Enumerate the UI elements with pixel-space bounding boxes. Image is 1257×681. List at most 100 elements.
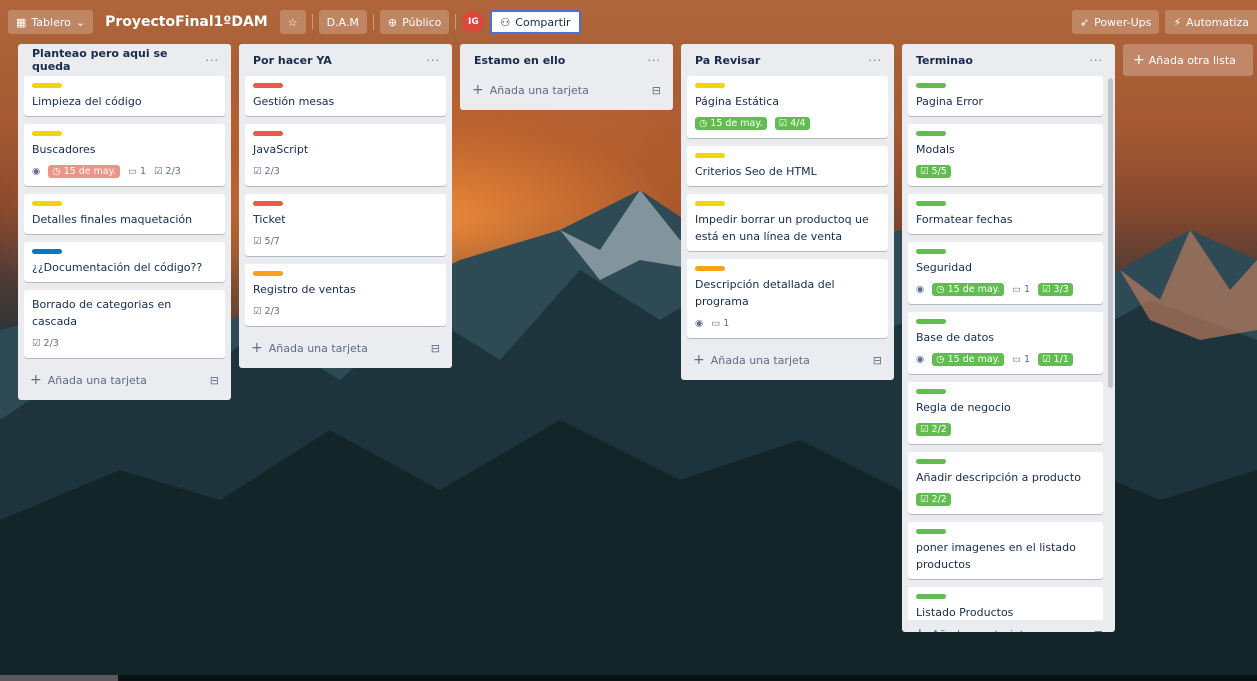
list-header: Pa Revisar ··· xyxy=(687,44,888,76)
template-icon[interactable]: ⊟ xyxy=(431,342,440,355)
powerups-button[interactable]: ➶ Power-Ups xyxy=(1071,10,1160,34)
list-title[interactable]: Por hacer YA xyxy=(253,54,332,67)
comments-count: 1 xyxy=(139,165,146,177)
card[interactable]: Seguridad ◉ ◷ 15 de may. ▭ 1 ☑ 3/3 xyxy=(908,242,1103,304)
card[interactable]: Base de datos ◉ ◷ 15 de may. ▭ 1 ☑ 1/1 xyxy=(908,312,1103,374)
add-card-left: + Añada una tarjeta xyxy=(693,352,810,368)
card[interactable]: Listado Productos☑2/2 xyxy=(908,587,1103,620)
checklist-count: 2/3 xyxy=(165,165,181,177)
list-menu-icon[interactable]: ··· xyxy=(427,54,441,67)
list-title[interactable]: Pa Revisar xyxy=(695,54,760,67)
card-badges: ☑ 5/7 xyxy=(253,232,438,250)
checklist-badge: ☑ 2/2 xyxy=(916,422,951,436)
list-4: Terminao ··· Pagina Error Modals ☑ 5/5 Formate… xyxy=(902,44,1115,632)
card[interactable]: Registro de ventas ☑ 2/3 xyxy=(245,264,446,326)
checklist-badge: ☑ 5/5 xyxy=(916,164,951,178)
add-card-label: Añada una tarjeta xyxy=(268,342,368,355)
due-date-badge[interactable]: ◷ 15 de may. xyxy=(932,282,1004,296)
horizontal-scrollbar-thumb[interactable] xyxy=(0,675,118,681)
checklist-count: 1/1 xyxy=(1053,353,1069,365)
card-label xyxy=(916,201,946,206)
card[interactable]: ¿¿Documentación del código?? xyxy=(24,242,225,282)
card[interactable]: Regla de negocio ☑ 2/2 xyxy=(908,382,1103,444)
list-menu-icon[interactable]: ··· xyxy=(206,54,220,67)
template-icon[interactable]: ⊟ xyxy=(652,84,661,97)
card-badges: ◉ ▭ 1 xyxy=(695,314,880,332)
add-card-label: Añada una tarjeta xyxy=(47,374,147,387)
board-lists: Planteao pero aqui se queda ··· Limpieza d… xyxy=(18,44,1253,632)
checklist-badge: ☑ 5/7 xyxy=(253,236,280,247)
checklist-badge: ☑ 3/3 xyxy=(1038,282,1073,296)
checklist-count: 2/3 xyxy=(264,165,280,177)
add-card-button[interactable]: + Añada una tarjeta ⊟ xyxy=(687,346,888,374)
list-title[interactable]: Terminao xyxy=(916,54,973,67)
template-icon[interactable]: ⊟ xyxy=(1094,628,1103,633)
card[interactable]: poner imagenes en el listado productos xyxy=(908,522,1103,579)
add-card-button[interactable]: + Añada una tarjeta ⊟ xyxy=(24,366,225,394)
checklist-badge: ☑ 2/3 xyxy=(253,306,280,317)
comment-icon: ▭ xyxy=(127,165,137,177)
avatar[interactable]: IG xyxy=(462,11,485,33)
template-icon[interactable]: ⊟ xyxy=(210,374,219,387)
list-title[interactable]: Planteao pero aqui se queda xyxy=(32,47,206,73)
card-title: Modals xyxy=(916,143,955,156)
card-label xyxy=(253,201,283,206)
card[interactable]: Ticket ☑ 5/7 xyxy=(245,194,446,256)
card[interactable]: Añadir descripción a producto ☑ 2/2 xyxy=(908,452,1103,514)
board-title[interactable]: ProyectoFinal1ºDAM xyxy=(99,14,274,30)
horizontal-scrollbar[interactable] xyxy=(0,675,1257,681)
card[interactable]: Buscadores ◉ ◷ 15 de may. ▭ 1 ☑ 2/3 xyxy=(24,124,225,186)
checkbox-icon: ☑ xyxy=(920,493,929,505)
due-date-badge[interactable]: ◷ 15 de may. xyxy=(48,164,120,178)
list-2: Estamo en ello ··· + Añada una tarjeta ⊟ xyxy=(460,44,673,110)
list-menu-icon[interactable]: ··· xyxy=(1090,54,1104,67)
add-card-button[interactable]: + Añada una tarjeta ⊟ xyxy=(245,334,446,362)
workspace-button[interactable]: D.A.M xyxy=(318,10,367,34)
checklist-count: 2/2 xyxy=(931,423,947,435)
list-menu-icon[interactable]: ··· xyxy=(648,54,662,67)
card[interactable]: Página Estática ◷ 15 de may. ☑ 4/4 xyxy=(687,76,888,138)
card[interactable]: Detalles finales maquetación xyxy=(24,194,225,234)
card[interactable]: Modals ☑ 5/5 xyxy=(908,124,1103,186)
plus-icon: + xyxy=(472,82,484,98)
card[interactable]: Descripción detallada del programa ◉ ▭ 1 xyxy=(687,259,888,338)
list-menu-icon[interactable]: ··· xyxy=(869,54,883,67)
plus-icon: + xyxy=(914,626,926,632)
clock-icon: ◷ xyxy=(699,117,708,129)
add-card-button[interactable]: + Añada una tarjeta ⊟ xyxy=(908,620,1109,632)
card[interactable]: Limpieza del código xyxy=(24,76,225,116)
vertical-scrollbar[interactable] xyxy=(1108,78,1113,388)
card-title: Base de datos xyxy=(916,331,995,344)
header-divider xyxy=(455,14,457,30)
card[interactable]: Formatear fechas xyxy=(908,194,1103,234)
checklist-badge: ☑ 2/3 xyxy=(154,166,181,177)
card[interactable]: JavaScript ☑ 2/3 xyxy=(245,124,446,186)
due-date-badge[interactable]: ◷ 15 de may. xyxy=(932,352,1004,366)
globe-icon: ⊕ xyxy=(387,15,398,29)
card[interactable]: Criterios Seo de HTML xyxy=(687,146,888,186)
template-icon[interactable]: ⊟ xyxy=(873,354,882,367)
share-button[interactable]: ⚇ Compartir xyxy=(490,10,581,34)
visibility-button[interactable]: ⊕ Público xyxy=(379,10,450,34)
automation-button[interactable]: ⚡ Automatiza xyxy=(1165,10,1257,34)
card[interactable]: Impedir borrar un productoq ue está en u… xyxy=(687,194,888,251)
view-switcher-button[interactable]: ▦ Tablero ⌄ xyxy=(8,10,94,34)
comment-icon: ▭ xyxy=(1011,353,1021,365)
card[interactable]: Gestión mesas xyxy=(245,76,446,116)
card-badges: ◉ ◷ 15 de may. ▭ 1 ☑ 3/3 xyxy=(916,280,1095,298)
clock-icon: ◷ xyxy=(936,353,945,365)
star-button[interactable]: ☆ xyxy=(279,10,306,34)
list-title[interactable]: Estamo en ello xyxy=(474,54,565,67)
add-list-button[interactable]: + Añada otra lista xyxy=(1123,44,1253,76)
card[interactable]: Pagina Error xyxy=(908,76,1103,116)
card[interactable]: Borrado de categorias en cascada ☑ 2/3 xyxy=(24,290,225,358)
card-label xyxy=(916,83,946,88)
checklist-badge: ☑ 4/4 xyxy=(774,116,810,130)
due-date-badge[interactable]: ◷ 15 de may. xyxy=(695,116,767,130)
due-date-text: 15 de may. xyxy=(710,117,763,129)
comments-badge: ▭ 1 xyxy=(1012,284,1030,295)
header-divider xyxy=(311,14,313,30)
view-label: Tablero xyxy=(31,15,71,29)
add-card-button[interactable]: + Añada una tarjeta ⊟ xyxy=(466,76,667,104)
powerups-label: Power-Ups xyxy=(1094,15,1152,29)
